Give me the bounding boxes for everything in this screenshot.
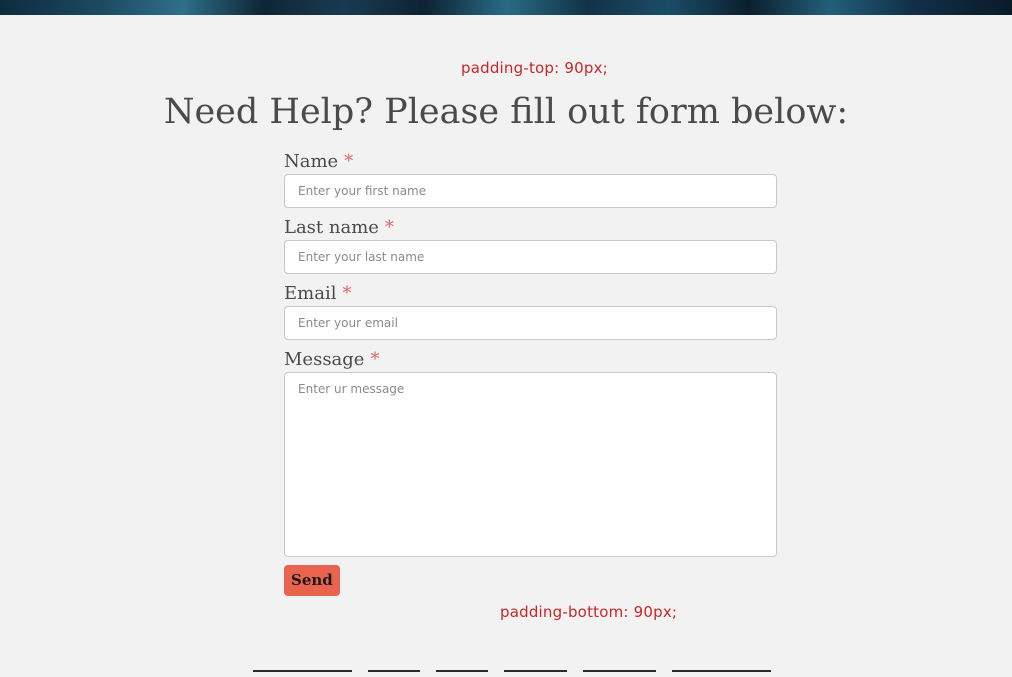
first-name-input[interactable] — [284, 174, 777, 208]
footer-link-underline[interactable] — [436, 670, 488, 672]
required-marker: * — [342, 283, 352, 304]
message-label-text: Message — [284, 349, 365, 370]
email-label-text: Email — [284, 283, 337, 304]
footer-nav — [0, 670, 1012, 677]
name-label-text: Name — [284, 151, 339, 172]
name-label: Name * — [284, 150, 777, 174]
message-textarea[interactable] — [284, 372, 777, 557]
last-name-label: Last name * — [284, 216, 777, 240]
email-input[interactable] — [284, 306, 777, 340]
required-marker: * — [344, 151, 354, 172]
footer-link-underline[interactable] — [583, 670, 656, 672]
footer-link-underline[interactable] — [253, 670, 352, 672]
contact-form: Name* Last name* Email* Message* Send — [284, 150, 777, 596]
footer-link-underline[interactable] — [504, 670, 567, 672]
message-label: Message * — [284, 348, 777, 372]
footer-link-underline[interactable] — [368, 670, 420, 672]
padding-top-annotation: padding-top: 90px; — [461, 59, 608, 77]
padding-bottom-annotation: padding-bottom: 90px; — [500, 603, 678, 621]
last-name-input[interactable] — [284, 240, 777, 274]
footer-link-underline[interactable] — [672, 670, 771, 672]
send-button[interactable]: Send — [284, 565, 340, 596]
required-marker: * — [384, 217, 394, 238]
email-label: Email * — [284, 282, 777, 306]
last-name-label-text: Last name — [284, 217, 379, 238]
required-marker: * — [370, 349, 380, 370]
header-banner-image — [0, 0, 1012, 15]
page-title: Need Help? Please fill out form below: — [163, 92, 849, 132]
